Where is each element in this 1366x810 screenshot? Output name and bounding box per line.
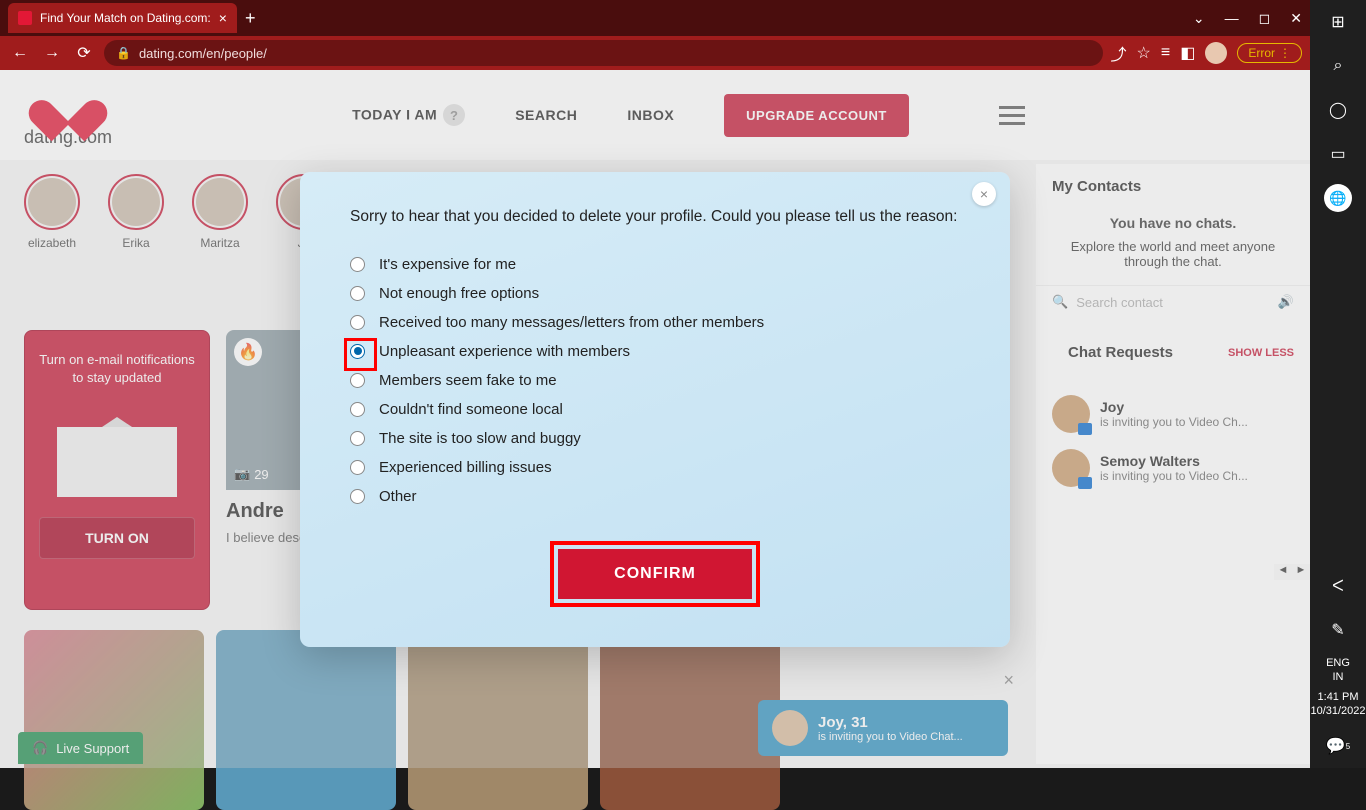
chrome-app-icon[interactable]: 🌐 — [1322, 182, 1354, 214]
tab-title: Find Your Match on Dating.com: — [40, 11, 211, 25]
reason-option[interactable]: Received too many messages/letters from … — [350, 314, 960, 331]
chevron-up-icon[interactable]: ᐸ — [1322, 570, 1354, 602]
modal-question: Sorry to hear that you decided to delete… — [350, 208, 960, 226]
radio-icon — [350, 489, 365, 504]
radio-icon — [350, 315, 365, 330]
reason-option[interactable]: It's expensive for me — [350, 256, 960, 273]
radio-icon — [350, 402, 365, 417]
modal-backdrop: × Sorry to hear that you decided to dele… — [0, 70, 1310, 768]
notifications-icon[interactable]: 💬5 — [1322, 730, 1354, 762]
delete-profile-modal: × Sorry to hear that you decided to dele… — [300, 172, 1010, 647]
lock-icon: 🔒 — [116, 46, 131, 60]
reason-option[interactable]: Couldn't find someone local — [350, 401, 960, 418]
task-view-icon[interactable]: ▭ — [1322, 138, 1354, 170]
minimize-icon[interactable]: — — [1225, 10, 1239, 27]
url-text: dating.com/en/people/ — [139, 46, 267, 61]
reading-list-icon[interactable]: ≡ — [1161, 44, 1170, 62]
share-icon[interactable]: ⤴ — [1111, 41, 1127, 65]
reason-option-selected[interactable]: Unpleasant experience with members — [350, 343, 960, 360]
close-modal-button[interactable]: × — [972, 182, 996, 206]
back-icon[interactable]: ← — [8, 41, 32, 65]
new-tab-button[interactable]: + — [245, 8, 256, 29]
reason-option[interactable]: Other — [350, 488, 960, 505]
radio-icon — [350, 344, 365, 359]
system-clock[interactable]: 1:41 PM10/31/2022 — [1310, 690, 1365, 718]
error-button[interactable]: Error⋮ — [1237, 43, 1302, 63]
close-window-icon[interactable]: ✕ — [1290, 10, 1302, 27]
url-field[interactable]: 🔒 dating.com/en/people/ — [104, 40, 1103, 66]
windows-taskbar: ⊞ ⌕ ◯ ▭ 🌐 ᐸ ✎ ENGIN 1:41 PM10/31/2022 💬5 — [1310, 0, 1366, 768]
maximize-icon[interactable]: ◻ — [1259, 10, 1271, 27]
horizontal-scrollbar[interactable]: ◄► — [1274, 564, 1310, 580]
radio-icon — [350, 431, 365, 446]
browser-tab-bar: Find Your Match on Dating.com: × + ⌄ — ◻… — [0, 0, 1310, 36]
chevron-down-icon[interactable]: ⌄ — [1193, 10, 1205, 27]
cortana-icon[interactable]: ◯ — [1322, 94, 1354, 126]
browser-tab[interactable]: Find Your Match on Dating.com: × — [8, 3, 237, 33]
search-icon[interactable]: ⌕ — [1322, 50, 1354, 82]
radio-icon — [350, 286, 365, 301]
reload-icon[interactable]: ⟳ — [72, 41, 96, 65]
reason-option[interactable]: Not enough free options — [350, 285, 960, 302]
language-indicator[interactable]: ENGIN — [1326, 656, 1350, 684]
radio-icon — [350, 257, 365, 272]
windows-start-icon[interactable]: ⊞ — [1322, 6, 1354, 38]
reason-option[interactable]: Experienced billing issues — [350, 459, 960, 476]
confirm-button-highlight: CONFIRM — [550, 541, 760, 607]
bookmark-icon[interactable]: ☆ — [1137, 43, 1151, 63]
pen-icon[interactable]: ✎ — [1322, 614, 1354, 646]
radio-icon — [350, 460, 365, 475]
close-tab-icon[interactable]: × — [219, 10, 227, 26]
address-bar: ← → ⟳ 🔒 dating.com/en/people/ ⤴ ☆ ≡ ◧ Er… — [0, 36, 1310, 70]
profile-avatar[interactable] — [1205, 42, 1227, 64]
reason-options: It's expensive for me Not enough free op… — [350, 256, 960, 505]
tab-favicon — [18, 11, 32, 25]
confirm-button[interactable]: CONFIRM — [558, 549, 752, 599]
reason-option[interactable]: The site is too slow and buggy — [350, 430, 960, 447]
reason-option[interactable]: Members seem fake to me — [350, 372, 960, 389]
radio-icon — [350, 373, 365, 388]
forward-icon[interactable]: → — [40, 41, 64, 65]
extensions-icon[interactable]: ◧ — [1180, 43, 1195, 63]
